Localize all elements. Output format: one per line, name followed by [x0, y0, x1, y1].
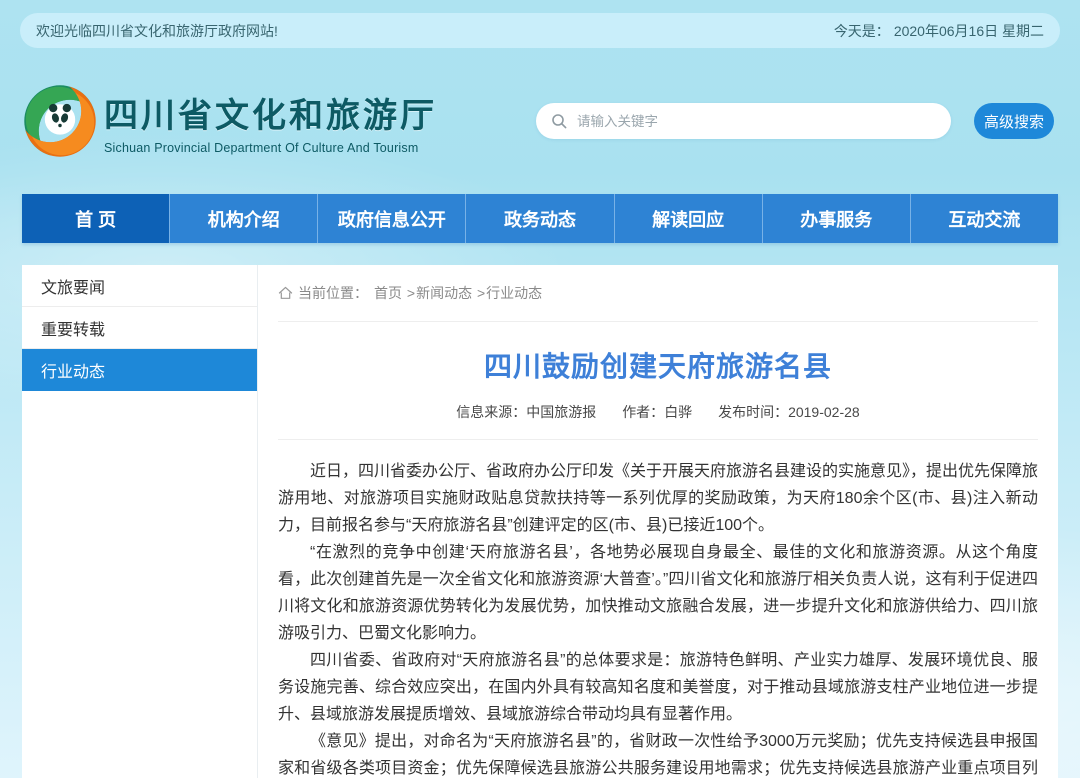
welcome-text: 欢迎光临四川省文化和旅游厅政府网站!: [36, 21, 278, 41]
nav-item-label: 政府信息公开: [338, 206, 446, 232]
search-box[interactable]: [536, 103, 951, 139]
breadcrumb-link[interactable]: 行业动态: [486, 285, 542, 301]
article-paragraph: “在激烈的竞争中创建‘天府旅游名县’，各地势必展现自身最全、最佳的文化和旅游资源…: [278, 539, 1038, 647]
publish-label: 发布时间：: [718, 404, 788, 420]
nav-item[interactable]: 解读回应: [614, 194, 762, 243]
nav-item-label: 政务动态: [504, 206, 576, 232]
breadcrumb-label: 当前位置：: [298, 283, 368, 303]
search-input[interactable]: [575, 113, 936, 130]
sidebar-item-label: 重要转载: [41, 316, 105, 340]
nav-item-label: 机构介绍: [208, 206, 280, 232]
source-label: 信息来源：: [456, 404, 526, 420]
nav-item[interactable]: 机构介绍: [169, 194, 317, 243]
nav-item[interactable]: 政府信息公开: [317, 194, 465, 243]
article-meta: 信息来源：中国旅游报 作者：白骅 发布时间：2019-02-28: [278, 402, 1038, 440]
sidebar-item-label: 文旅要闻: [41, 274, 105, 298]
search-icon: [551, 113, 567, 129]
nav-item[interactable]: 互动交流: [910, 194, 1058, 243]
brand: 四川省文化和旅游厅 Sichuan Provincial Department …: [22, 83, 437, 159]
current-date: 今天是：2020年06月16日 星期二: [830, 21, 1044, 41]
advanced-search-button[interactable]: 高级搜索: [974, 103, 1054, 139]
article-source: 信息来源：中国旅游报: [456, 404, 596, 420]
sidebar: 文旅要闻 重要转载 行业动态: [22, 265, 258, 778]
date-value: 2020年06月16日 星期二: [894, 23, 1044, 39]
breadcrumb-separator: >: [477, 285, 485, 301]
article-paragraph: 四川省委、省政府对“天府旅游名县”的总体要求是：旅游特色鲜明、产业实力雄厚、发展…: [278, 647, 1038, 728]
author-label: 作者：: [622, 404, 664, 420]
article-paragraph: 《意见》提出，对命名为“天府旅游名县”的，省财政一次性给予3000万元奖励；优先…: [278, 728, 1038, 778]
brand-text: 四川省文化和旅游厅 Sichuan Provincial Department …: [104, 88, 437, 155]
content-panel: 文旅要闻 重要转载 行业动态 当前位置： 首页 >新闻动态 >行业动态 四川鼓励…: [22, 265, 1058, 778]
site-header: 四川省文化和旅游厅 Sichuan Provincial Department …: [0, 48, 1080, 194]
nav-item-label: 办事服务: [800, 206, 872, 232]
date-label: 今天是：: [834, 23, 890, 39]
breadcrumb-segment: >新闻动态: [406, 285, 472, 301]
sidebar-item[interactable]: 重要转载: [22, 307, 257, 349]
article-author: 作者：白骅: [622, 404, 692, 420]
article-title: 四川鼓励创建天府旅游名县: [278, 345, 1038, 385]
home-icon: [278, 286, 293, 300]
topbar-strip: 欢迎光临四川省文化和旅游厅政府网站! 今天是：2020年06月16日 星期二: [20, 13, 1060, 48]
article-publish-time: 发布时间：2019-02-28: [718, 404, 860, 420]
sidebar-item[interactable]: 文旅要闻: [22, 265, 257, 307]
breadcrumb-segment: >行业动态: [476, 285, 542, 301]
breadcrumb: 当前位置： 首页 >新闻动态 >行业动态: [278, 265, 1038, 322]
article-body: 近日，四川省委办公厅、省政府办公厅印发《关于开展天府旅游名县建设的实施意见》，提…: [278, 440, 1038, 778]
main-nav: 首 页 机构介绍 政府信息公开 政务动态 解读回应 办事服务 互动交流: [22, 194, 1058, 243]
site-title: 四川省文化和旅游厅: [104, 88, 437, 137]
breadcrumb-segment: 首页: [372, 285, 402, 301]
sidebar-item[interactable]: 行业动态: [22, 349, 257, 391]
nav-item-label: 互动交流: [948, 206, 1020, 232]
source-value: 中国旅游报: [526, 404, 596, 420]
author-value: 白骅: [664, 404, 692, 420]
nav-item[interactable]: 办事服务: [762, 194, 910, 243]
breadcrumb-path: 首页 >新闻动态 >行业动态: [372, 283, 542, 303]
main-column: 当前位置： 首页 >新闻动态 >行业动态 四川鼓励创建天府旅游名县 信息来源：中…: [258, 265, 1058, 778]
nav-item-label: 解读回应: [652, 206, 724, 232]
site-subtitle: Sichuan Provincial Department Of Culture…: [104, 141, 437, 155]
sidebar-item-label: 行业动态: [41, 358, 105, 382]
nav-item-label: 首 页: [75, 206, 116, 232]
nav-item[interactable]: 政务动态: [465, 194, 613, 243]
breadcrumb-link[interactable]: 新闻动态: [416, 285, 472, 301]
search-area: 高级搜索: [536, 103, 1054, 139]
breadcrumb-separator: >: [407, 285, 415, 301]
nav-item[interactable]: 首 页: [22, 194, 169, 243]
topbar: 欢迎光临四川省文化和旅游厅政府网站! 今天是：2020年06月16日 星期二: [0, 0, 1080, 48]
site-logo-icon: [22, 83, 98, 159]
breadcrumb-link[interactable]: 首页: [374, 285, 402, 301]
article-paragraph: 近日，四川省委办公厅、省政府办公厅印发《关于开展天府旅游名县建设的实施意见》，提…: [278, 458, 1038, 539]
publish-value: 2019-02-28: [788, 404, 860, 420]
